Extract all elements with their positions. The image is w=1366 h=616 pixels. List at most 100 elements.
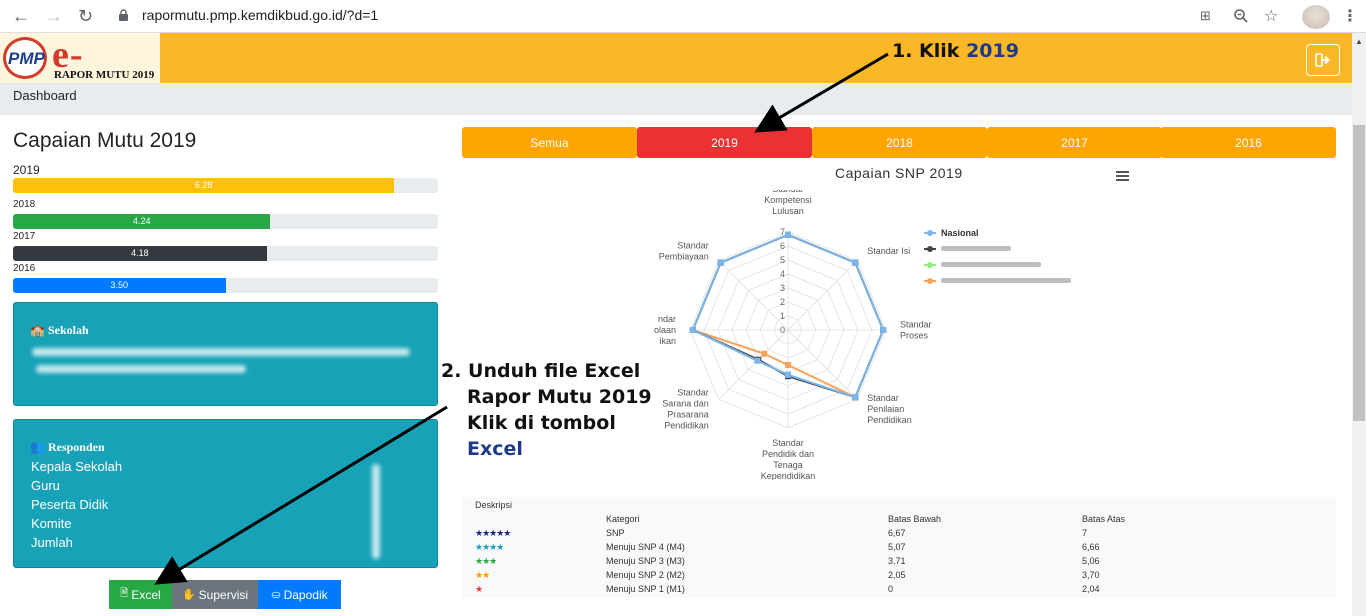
progress-fill: 4.24 bbox=[13, 214, 271, 229]
bar-year-label: 2018 bbox=[13, 199, 36, 210]
radar-spoke bbox=[787, 329, 858, 400]
radar-axis-label: Standar Sarana dan Prasarana Pendidikan bbox=[662, 388, 709, 431]
radar-tick-label: 0 bbox=[780, 325, 785, 335]
redacted-school-address bbox=[36, 365, 246, 373]
scroll-up-icon[interactable]: ▲ bbox=[1355, 37, 1363, 46]
progress-fill: 4.18 bbox=[13, 246, 267, 261]
supervisi-button[interactable]: ✋ Supervisi bbox=[172, 580, 258, 609]
tab-semua[interactable]: Semua bbox=[462, 127, 637, 158]
desc-cell-atas: 6,66 bbox=[1082, 542, 1100, 552]
responden-item: Kepala Sekolah bbox=[31, 459, 123, 474]
browser-toolbar: ← → ↻ rapormutu.pmp.kemdikbud.go.id/?d=1… bbox=[0, 0, 1366, 33]
radar-tick-label: 3 bbox=[780, 283, 785, 293]
desc-cell-kategori: SNP bbox=[606, 528, 625, 538]
progress-track: 4.18 bbox=[13, 246, 438, 261]
annotation-step-1: 1. Klik 2019 bbox=[892, 40, 1019, 62]
scrollbar-thumb[interactable] bbox=[1353, 125, 1365, 421]
radar-data-point[interactable] bbox=[754, 357, 761, 364]
chart-menu-icon[interactable] bbox=[1116, 171, 1129, 181]
responden-card: 👥 Responden Kepala Sekolah Guru Peserta … bbox=[13, 419, 438, 568]
star-rating-icon: ★★★ bbox=[475, 556, 497, 566]
app-logo[interactable]: PMP e-EDS RAPOR MUTU 2019 bbox=[0, 33, 160, 120]
desc-cell-bawah: 5,07 bbox=[888, 542, 906, 552]
progress-fill: 6.28 bbox=[13, 178, 395, 193]
excel-button[interactable]: 🗎 Excel bbox=[109, 580, 172, 609]
tab-2017[interactable]: 2017 bbox=[987, 127, 1162, 158]
radar-data-point[interactable] bbox=[785, 371, 791, 378]
header-batas-bawah: Batas Bawah bbox=[888, 514, 942, 524]
star-rating-icon: ★★★★ bbox=[475, 542, 504, 552]
breadcrumb: Dashboard bbox=[0, 83, 1352, 115]
responden-item: Komite bbox=[31, 516, 72, 531]
page-scrollbar[interactable]: ▲ bbox=[1352, 33, 1366, 616]
breadcrumb-dashboard[interactable]: Dashboard bbox=[13, 88, 77, 103]
logout-button[interactable] bbox=[1306, 44, 1340, 76]
radar-tick-label: 6 bbox=[780, 241, 785, 251]
radar-data-point[interactable] bbox=[785, 231, 791, 238]
zoom-icon[interactable] bbox=[1233, 8, 1249, 24]
translate-icon[interactable]: ⊞ bbox=[1200, 8, 1211, 24]
star-rating-icon: ★★ bbox=[475, 570, 490, 580]
radar-spoke bbox=[718, 329, 789, 400]
radar-tick-label: 2 bbox=[780, 297, 785, 307]
redacted-counts bbox=[372, 464, 380, 559]
radar-data-point[interactable] bbox=[761, 350, 768, 357]
dapodik-button[interactable]: ⛀ Dapodik bbox=[258, 580, 341, 609]
legend-redacted-label[interactable] bbox=[941, 246, 1011, 251]
responden-heading: 👥 Responden bbox=[30, 440, 105, 454]
desc-cell-atas: 5,06 bbox=[1082, 556, 1100, 566]
desc-cell-bawah: 6,67 bbox=[888, 528, 906, 538]
bar-year-label: 2016 bbox=[13, 263, 36, 274]
header-kategori: Kategori bbox=[606, 514, 640, 524]
desc-cell-kategori: Menuju SNP 4 (M4) bbox=[606, 542, 685, 552]
tab-2018[interactable]: 2018 bbox=[812, 127, 987, 158]
radar-data-point[interactable] bbox=[689, 327, 696, 333]
radar-axis-label: ndar olaan ikan bbox=[654, 314, 676, 346]
desc-cell-bawah: 3,71 bbox=[888, 556, 906, 566]
lock-icon bbox=[119, 9, 128, 21]
progress-fill: 3.50 bbox=[13, 278, 226, 293]
radar-data-point[interactable] bbox=[785, 362, 791, 368]
radar-spoke bbox=[718, 260, 789, 331]
page-title: Capaian Mutu 2019 bbox=[13, 129, 197, 152]
progress-track: 4.24 bbox=[13, 214, 438, 229]
kebab-menu-icon[interactable]: ⋮ bbox=[1342, 6, 1358, 26]
annotation-step-2: 2. Unduh file Excel Rapor Mutu 2019 Klik… bbox=[441, 360, 652, 460]
radar-data-point[interactable] bbox=[880, 327, 887, 333]
sekolah-heading: 🏫 Sekolah bbox=[30, 323, 89, 337]
chart-title: Capaian SNP 2019 bbox=[835, 165, 963, 181]
radar-data-point[interactable] bbox=[852, 394, 859, 401]
radar-axis-label: Standar Penilaian Pendidikan bbox=[867, 393, 912, 425]
legend-redacted-label[interactable] bbox=[941, 278, 1071, 283]
avatar[interactable] bbox=[1302, 5, 1330, 29]
desc-cell-atas: 2,04 bbox=[1082, 584, 1100, 594]
radar-axis-label: Standar Pembiayaan bbox=[659, 240, 709, 261]
progress-track: 3.50 bbox=[13, 278, 438, 293]
legend-marker bbox=[927, 278, 933, 284]
pmp-badge-icon: PMP bbox=[3, 37, 47, 79]
sign-out-icon bbox=[1315, 53, 1330, 67]
star-icon[interactable]: ☆ bbox=[1264, 6, 1278, 26]
back-icon[interactable]: ← bbox=[12, 6, 30, 26]
legend-marker bbox=[927, 230, 933, 236]
database-icon: ⛀ bbox=[271, 589, 281, 601]
responden-item: Guru bbox=[31, 478, 60, 493]
description-title: Deskripsi bbox=[475, 500, 513, 510]
file-excel-icon: 🗎 bbox=[120, 588, 129, 599]
radar-data-point[interactable] bbox=[717, 259, 724, 266]
reload-icon[interactable]: ↻ bbox=[78, 6, 93, 26]
desc-cell-atas: 7 bbox=[1082, 528, 1088, 538]
radar-data-point[interactable] bbox=[852, 259, 859, 266]
tab-2016[interactable]: 2016 bbox=[1161, 127, 1336, 158]
redacted-school-name bbox=[32, 348, 410, 356]
desc-cell-kategori: Menuju SNP 2 (M2) bbox=[606, 570, 685, 580]
radar-tick-label: 5 bbox=[780, 255, 785, 265]
legend-redacted-label[interactable] bbox=[941, 262, 1041, 267]
legend-label[interactable]: Nasional bbox=[941, 228, 979, 238]
legend-marker bbox=[927, 246, 933, 252]
address-bar[interactable]: rapormutu.pmp.kemdikbud.go.id/?d=1 bbox=[142, 7, 378, 23]
tab-2019[interactable]: 2019 bbox=[637, 127, 812, 158]
radar-axis-label: Standar Isi bbox=[867, 246, 910, 256]
description-table: Deskripsi Kategori Batas Bawah Batas Ata… bbox=[462, 497, 1336, 598]
forward-icon[interactable]: → bbox=[45, 6, 63, 26]
